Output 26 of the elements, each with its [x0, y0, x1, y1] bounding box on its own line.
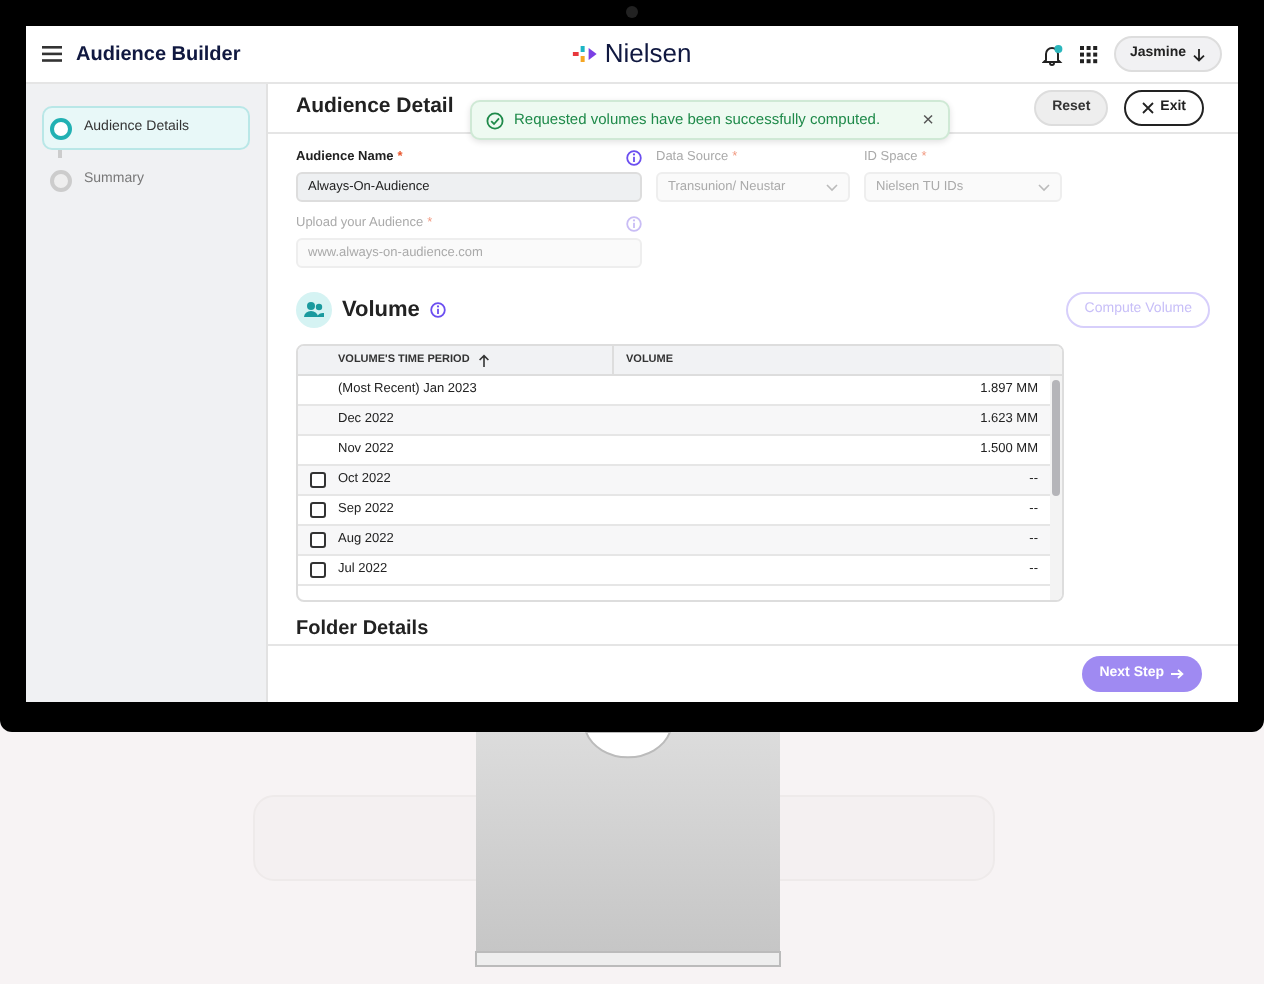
- page-title: Audience Detail: [296, 92, 454, 123]
- section-title: Folder Details: [296, 616, 431, 644]
- brand-name: Nielsen: [604, 36, 692, 73]
- camera-dot: [626, 6, 638, 18]
- row-checkbox[interactable]: [310, 472, 326, 488]
- info-icon[interactable]: [429, 302, 446, 318]
- row-checkbox[interactable]: [310, 562, 326, 578]
- apps-grid-icon[interactable]: [1079, 45, 1098, 63]
- sort-up-icon[interactable]: [477, 353, 490, 367]
- row-checkbox[interactable]: [310, 502, 326, 518]
- info-icon[interactable]: [626, 149, 642, 165]
- brand-logo-icon: [572, 44, 599, 64]
- app-title: Audience Builder: [76, 41, 241, 69]
- arrow-down-icon: [1192, 47, 1206, 61]
- chevron-down-icon: [826, 183, 838, 191]
- check-circle-icon: [486, 111, 504, 129]
- arrow-right-icon: [1170, 668, 1184, 680]
- row-checkbox[interactable]: [310, 532, 326, 548]
- close-icon: [1142, 102, 1155, 114]
- menu-icon[interactable]: [42, 46, 62, 62]
- section-title: Volume: [342, 295, 420, 326]
- chevron-down-icon: [1038, 183, 1050, 191]
- toast-close-button[interactable]: ×: [922, 105, 934, 135]
- scrollbar[interactable]: [1050, 376, 1062, 600]
- bell-icon[interactable]: [1041, 43, 1064, 65]
- people-icon: [296, 292, 332, 328]
